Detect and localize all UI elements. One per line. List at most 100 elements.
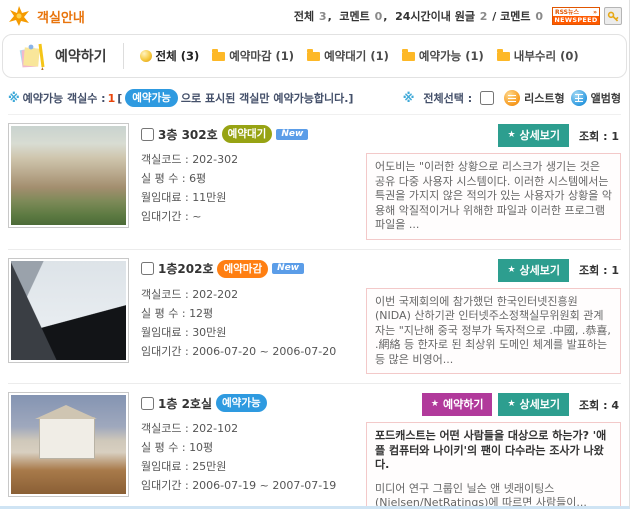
- listing-detail: ★ 예약하기 ★ 상세보기 조회 : 4 포드캐스트는 어떤 사람들을 대상으로 하…: [364, 392, 621, 506]
- description-text: 이번 국제회의에 참가했던 한국인터넷진흥원(NIDA) 산하기관 인터넷주소정…: [375, 294, 611, 366]
- view-count-value: 1: [611, 264, 619, 277]
- row-actions: ★ 예약하기 ★ 상세보기 조회 : 4: [366, 393, 619, 416]
- tab-repair[interactable]: 내부수리 (0): [496, 48, 579, 64]
- field-label: 월임대료 :: [141, 325, 189, 339]
- stat-sep: /: [488, 9, 501, 23]
- field-room-code: 객실코드 : 202-102: [141, 419, 364, 438]
- star-icon: ★: [507, 399, 516, 409]
- tab-list: 전체 (3) 예약마감 (1) 예약대기 (1) 예약가능 (1) 내부수리 (…: [139, 48, 579, 64]
- cityscape-photo: [11, 126, 126, 225]
- list-view-icon: [504, 90, 521, 106]
- tab-waiting[interactable]: 예약대기 (1): [307, 48, 389, 64]
- description-lead: 포드캐스트는 어떤 사람들을 대상으로 하는가? '애플 컴퓨터와 나이키'의 …: [375, 429, 607, 471]
- page-title: 객실안내: [37, 10, 85, 26]
- field-label: 임대기간 :: [141, 344, 189, 358]
- key-icon[interactable]: [604, 7, 622, 25]
- room-title: 1층 2호실: [158, 396, 212, 411]
- list-view-button[interactable]: 리스트형: [504, 90, 565, 106]
- view-controls: ※ 전체선택 : 리스트형 앨범형: [403, 90, 621, 106]
- listing-photo[interactable]: [8, 123, 129, 228]
- notice-text: 으로 표시된 객실만 예약가능합니다.]: [180, 92, 354, 105]
- album-view-button[interactable]: 앨범형: [570, 90, 621, 106]
- tab-label: 예약마감 (1): [229, 49, 295, 63]
- field-value: 202-302: [192, 153, 239, 166]
- field-period: 임대기간 : 2006-07-19 ~ 2007-07-19: [141, 476, 364, 495]
- field-value: 25만원: [192, 460, 227, 473]
- field-size: 실 평 수 : 6평: [141, 169, 364, 188]
- rss-label: RSS뉴스: [555, 8, 580, 16]
- rss-newspeed-badge[interactable]: RSS뉴스 » NEWSPEED: [552, 7, 600, 25]
- description-box: 포드캐스트는 어떤 사람들을 대상으로 하는가? '애플 컴퓨터와 나이키'의 …: [366, 422, 621, 506]
- folder-icon: [401, 48, 415, 61]
- newspeed-label: NEWSPEED: [553, 16, 599, 24]
- page: 객실안내 전체 3, 코멘트 0, 24시간이내 원글 2 / 코멘트 0 RS…: [0, 0, 630, 509]
- listing-photo[interactable]: [8, 392, 129, 497]
- view-count: 조회 : 4: [579, 397, 619, 413]
- stat-label: 24시간이내 원글: [395, 10, 479, 23]
- view-count-value: 1: [611, 129, 619, 143]
- detail-button[interactable]: ★ 상세보기: [498, 393, 570, 416]
- listing-info: 3층 302호 예약대기 New 객실코드 : 202-302 실 평 수 : …: [129, 123, 364, 240]
- view-count-label: 조회 :: [579, 129, 608, 143]
- detail-button[interactable]: ★ 상세보기: [498, 258, 570, 282]
- field-value: ~: [192, 210, 202, 223]
- description-text: 어도비는 "이러한 상황으로 리스크가 생기는 것은 공유 다중 사용자 시스템…: [375, 160, 612, 231]
- rss-arrows-icon: »: [593, 8, 597, 16]
- key-glyph: [607, 11, 619, 22]
- view-count-label: 조회 :: [579, 264, 608, 277]
- field-period: 임대기간 : 2006-07-20 ~ 2006-07-20: [141, 342, 364, 361]
- tab-label: 전체 (3): [155, 49, 200, 63]
- field-value: 202-202: [192, 287, 239, 301]
- bird-star-icon: [9, 6, 29, 26]
- listing-info: 1층202호 예약마감 New 객실코드 : 202-202 실 평 수 : 1…: [129, 258, 364, 375]
- field-period: 임대기간 : ~: [141, 207, 364, 226]
- folder-icon: [307, 48, 321, 61]
- stat-sep: ,: [383, 9, 396, 23]
- row-select-checkbox[interactable]: [141, 127, 154, 141]
- listing-info: 1층 2호실 예약가능 객실코드 : 202-102 실 평 수 : 10평 월…: [129, 392, 364, 506]
- star-icon: ★: [507, 130, 516, 140]
- row-select-checkbox[interactable]: [141, 262, 154, 275]
- select-all-checkbox[interactable]: [480, 91, 495, 105]
- field-value: 10평: [189, 441, 214, 454]
- star-icon: ★: [430, 399, 439, 409]
- list-view-label: 리스트형: [524, 92, 565, 105]
- top-header: 객실안내 전체 3, 코멘트 0, 24시간이내 원글 2 / 코멘트 0 RS…: [0, 0, 629, 32]
- detail-button[interactable]: ★ 상세보기: [498, 124, 570, 147]
- field-room-code: 객실코드 : 202-202: [141, 285, 364, 304]
- field-label: 임대기간 :: [141, 210, 189, 223]
- ref-mark-icon: ※: [8, 91, 20, 105]
- view-count: 조회 : 1: [579, 262, 619, 278]
- title-line: 3층 302호 예약대기 New: [141, 125, 364, 143]
- stat-value: 3: [318, 9, 327, 23]
- listing-photo[interactable]: [8, 257, 129, 363]
- field-label: 실 평 수 :: [141, 172, 186, 185]
- listing-row: 3층 302호 예약대기 New 객실코드 : 202-302 실 평 수 : …: [8, 115, 621, 250]
- tab-closed[interactable]: 예약마감 (1): [212, 48, 294, 64]
- description-box: 이번 국제회의에 참가했던 한국인터넷진흥원(NIDA) 산하기관 인터넷주소정…: [366, 287, 621, 374]
- field-label: 객실코드 :: [141, 287, 189, 301]
- title-line: 1층 2호실 예약가능: [141, 394, 364, 412]
- room-title: 1층202호: [158, 262, 214, 276]
- detail-button-label: 상세보기: [519, 398, 561, 411]
- field-label: 실 평 수 :: [141, 306, 186, 320]
- select-all-label: 전체선택 :: [423, 92, 473, 105]
- field-label: 월임대료 :: [141, 191, 189, 204]
- available-badge-sample: 예약가능: [125, 89, 178, 107]
- tab-available[interactable]: 예약가능 (1): [401, 48, 484, 64]
- reserve-button[interactable]: ★ 예약하기: [421, 393, 493, 416]
- info-bar: ※ 예약가능 객실수 : 1 [ 예약가능 으로 표시된 객실만 예약가능합니다…: [8, 86, 621, 110]
- tab-all[interactable]: 전체 (3): [139, 48, 200, 64]
- new-icon: New: [272, 263, 305, 274]
- board-stats: 전체 3, 코멘트 0, 24시간이내 원글 2 / 코멘트 0: [294, 8, 544, 24]
- stat-label: 코멘트: [500, 10, 535, 23]
- field-room-code: 객실코드 : 202-302: [141, 150, 364, 169]
- field-value: 11만원: [192, 191, 227, 204]
- stat-label: 전체: [293, 10, 318, 23]
- tab-label: 내부수리 (0): [513, 49, 579, 63]
- view-count: 조회 : 1: [579, 128, 619, 144]
- row-select-checkbox[interactable]: [141, 396, 154, 410]
- field-rent: 월임대료 : 25만원: [141, 457, 364, 476]
- listing: 3층 302호 예약대기 New 객실코드 : 202-302 실 평 수 : …: [8, 114, 621, 506]
- available-count: 1: [107, 91, 116, 105]
